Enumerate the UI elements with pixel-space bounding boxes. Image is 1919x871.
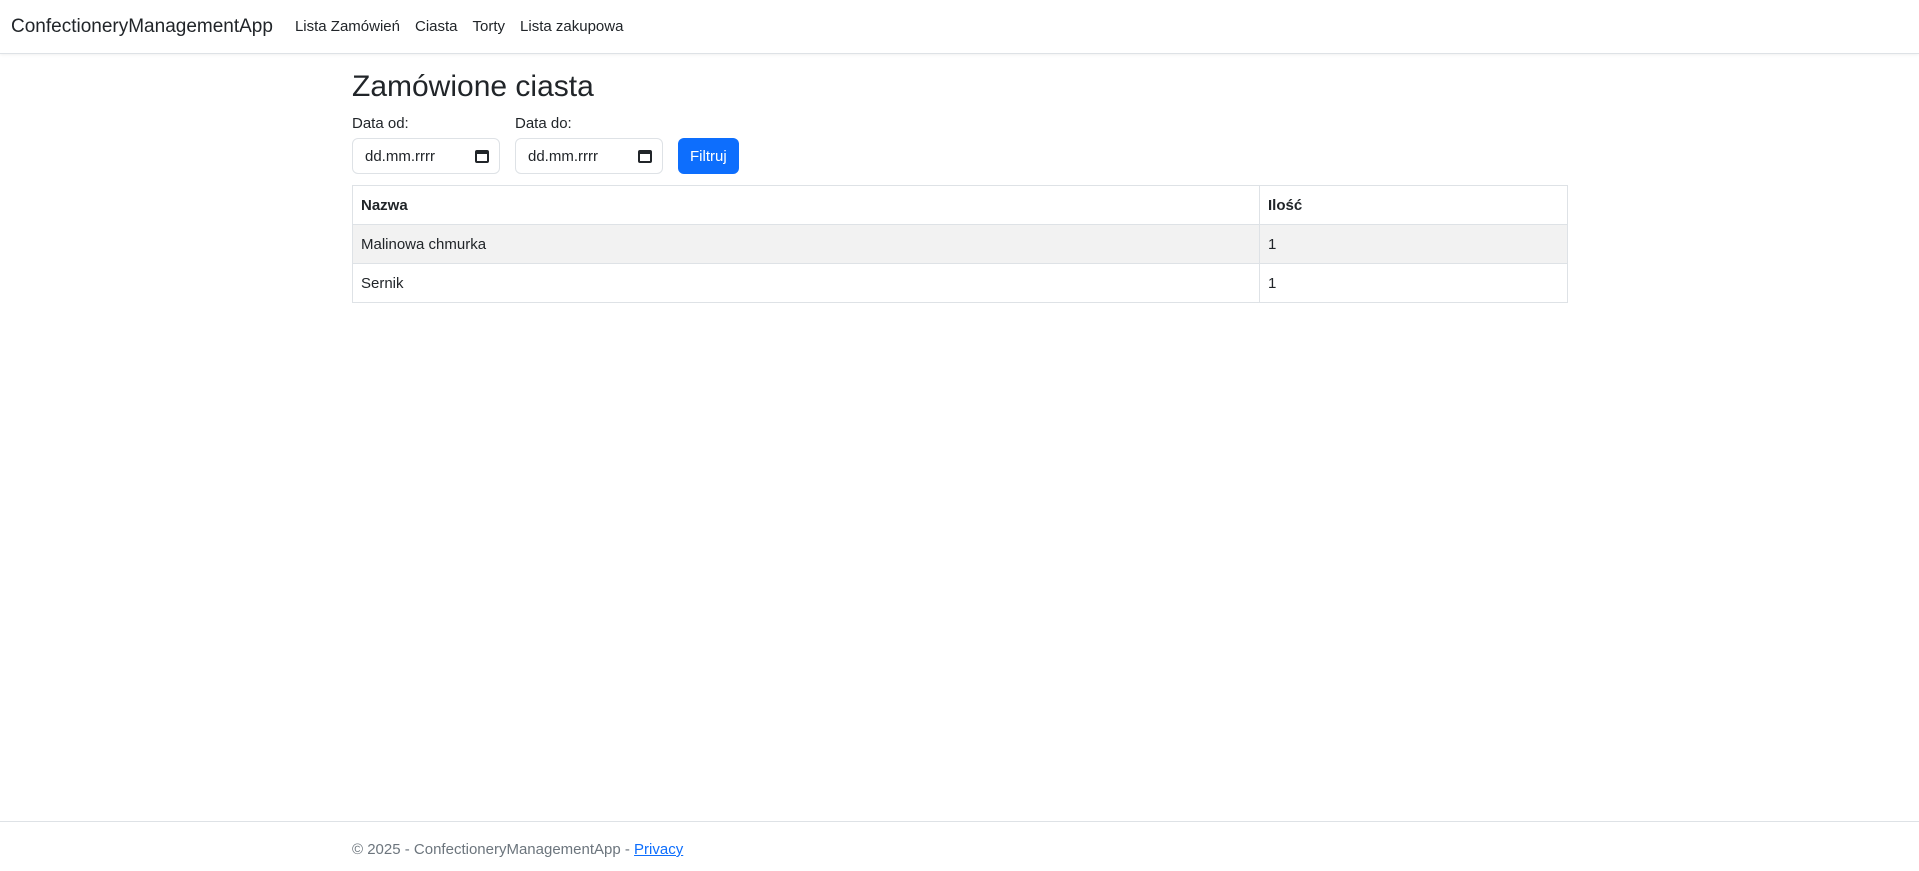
footer-text: © 2025 - ConfectioneryManagementApp - Pr… [352,841,683,858]
date-filter-form: Data od: dd.mm.rrrr Data do: dd.mm.rrrr … [352,115,739,174]
date-to-input[interactable]: dd.mm.rrrr [515,138,663,174]
date-from-label: Data od: [352,115,409,132]
date-to-label: Data do: [515,115,572,132]
date-from-placeholder: dd.mm.rrrr [365,147,435,165]
column-header-nazwa: Nazwa [352,185,1260,225]
footer: © 2025 - ConfectioneryManagementApp - Pr… [0,821,1919,871]
top-navbar: ConfectioneryManagementApp Lista Zamówie… [0,0,1919,54]
ordered-cakes-table: Nazwa Ilość Malinowa chmurka 1 Sernik 1 [352,185,1568,303]
table-header-row: Nazwa Ilość [352,185,1568,225]
date-to-placeholder: dd.mm.rrrr [528,147,598,165]
nav-link-lista-zakupowa[interactable]: Lista zakupowa [520,18,623,35]
date-from-input[interactable]: dd.mm.rrrr [352,138,500,174]
date-from-field: Data od: dd.mm.rrrr [352,115,500,174]
table-row: Malinowa chmurka 1 [352,224,1568,264]
nav-link-ciasta[interactable]: Ciasta [415,18,458,35]
page-title: Zamówione ciasta [352,70,594,103]
nav-link-torty[interactable]: Torty [473,18,506,35]
calendar-icon[interactable] [638,149,652,163]
filter-button[interactable]: Filtruj [678,138,739,174]
date-to-field: Data do: dd.mm.rrrr [515,115,663,174]
nav-link-lista-zamowien[interactable]: Lista Zamówień [295,18,400,35]
calendar-icon[interactable] [475,149,489,163]
table-cell-quantity: 1 [1259,224,1568,264]
table-cell-name: Malinowa chmurka [352,224,1260,264]
column-header-ilosc: Ilość [1259,185,1568,225]
privacy-link[interactable]: Privacy [634,841,683,858]
nav-links: Lista Zamówień Ciasta Torty Lista zakupo… [295,18,639,35]
table-row: Sernik 1 [352,263,1568,303]
brand-link[interactable]: ConfectioneryManagementApp [11,16,273,38]
copyright-text: © 2025 - ConfectioneryManagementApp - [352,841,635,858]
table-cell-quantity: 1 [1259,263,1568,303]
table-cell-name: Sernik [352,263,1260,303]
